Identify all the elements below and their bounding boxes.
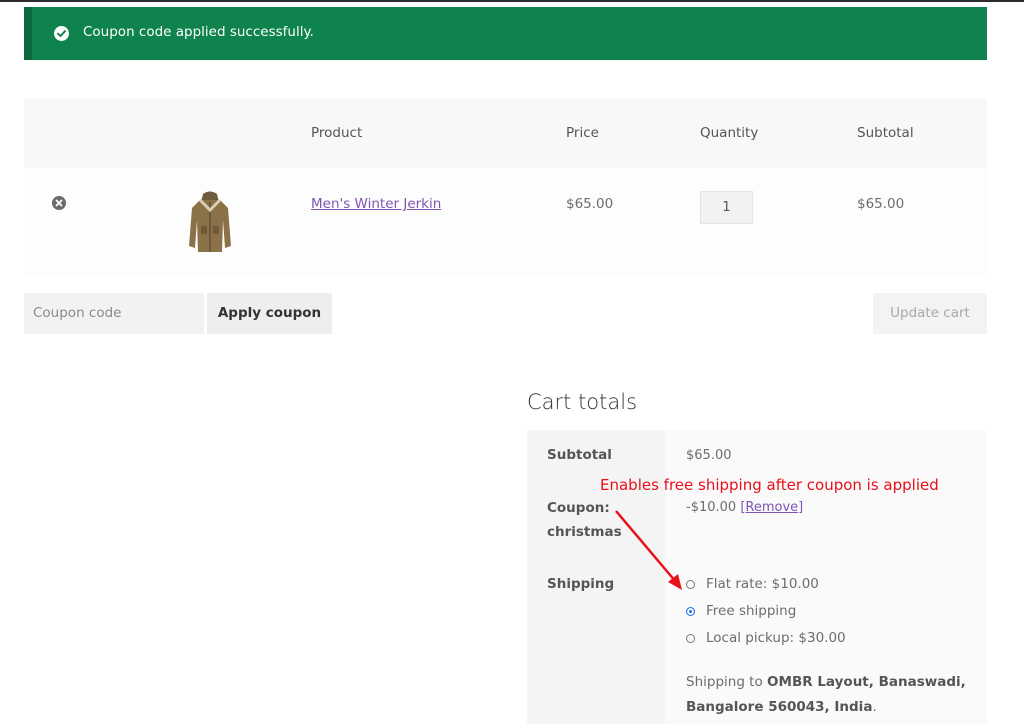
remove-coupon-link[interactable]: [Remove] bbox=[740, 500, 803, 515]
subtotal-value: $65.00 bbox=[686, 448, 732, 463]
coupon-discount: -$10.00 [Remove] bbox=[686, 500, 803, 515]
item-price: $65.00 bbox=[566, 196, 614, 212]
header-quantity: Quantity bbox=[700, 125, 759, 141]
top-border bbox=[0, 0, 1024, 2]
cart-table-header bbox=[24, 98, 987, 168]
shipping-option-label: Local pickup: $30.00 bbox=[706, 630, 846, 646]
shipping-option-label: Free shipping bbox=[706, 603, 797, 619]
shipping-option-free[interactable]: Free shipping bbox=[686, 603, 796, 619]
check-circle-icon bbox=[54, 26, 69, 41]
shipping-to-prefix: Shipping to bbox=[686, 674, 768, 690]
radio-icon[interactable] bbox=[686, 633, 695, 643]
table-row bbox=[24, 168, 987, 277]
cart-table: Product Price Quantity Subtotal Men's Wi… bbox=[24, 98, 987, 277]
coupon-discount-value: -$10.00 bbox=[686, 500, 737, 515]
subtotal-label: Subtotal bbox=[547, 447, 612, 463]
shipping-option-label: Flat rate: $10.00 bbox=[706, 576, 819, 592]
success-notice: Coupon code applied successfully. bbox=[24, 7, 987, 60]
quantity-input[interactable]: 1 bbox=[700, 191, 753, 224]
coupon-code-input[interactable]: Coupon code bbox=[24, 293, 204, 334]
shipping-destination: Shipping to OMBR Layout, Banaswadi, Bang… bbox=[686, 670, 976, 720]
shipping-to-suffix: . bbox=[872, 699, 877, 715]
cart-totals-title: Cart totals bbox=[527, 390, 638, 414]
apply-coupon-button[interactable]: Apply coupon bbox=[207, 293, 332, 334]
update-cart-button[interactable]: Update cart bbox=[873, 293, 987, 334]
annotation-text: Enables free shipping after coupon is ap… bbox=[600, 476, 939, 494]
header-product: Product bbox=[311, 125, 363, 141]
product-link[interactable]: Men's Winter Jerkin bbox=[311, 196, 441, 212]
header-price: Price bbox=[566, 125, 599, 141]
remove-item-icon[interactable] bbox=[52, 196, 66, 210]
radio-selected-icon[interactable] bbox=[686, 606, 695, 616]
annotation-arrow-icon bbox=[615, 510, 682, 590]
shipping-option-local-pickup[interactable]: Local pickup: $30.00 bbox=[686, 630, 846, 646]
notice-message: Coupon code applied successfully. bbox=[83, 24, 314, 40]
item-subtotal: $65.00 bbox=[857, 196, 905, 212]
header-subtotal: Subtotal bbox=[857, 125, 914, 141]
shipping-option-flat-rate[interactable]: Flat rate: $10.00 bbox=[686, 576, 819, 592]
jacket-image[interactable] bbox=[186, 190, 234, 256]
cart-totals-table: Subtotal $65.00 Coupon: christmas -$10.0… bbox=[527, 430, 987, 724]
